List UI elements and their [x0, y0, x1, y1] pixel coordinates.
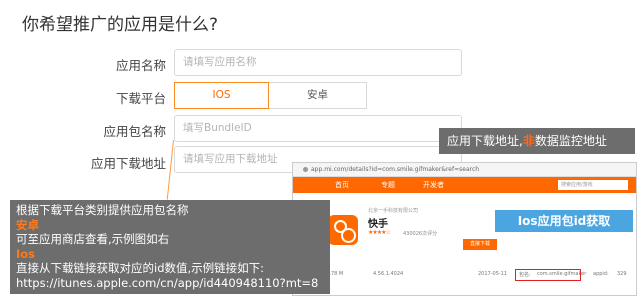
platform-ios-option[interactable]: IOS [174, 82, 269, 109]
package-name-label: 应用包名称 [103, 124, 166, 139]
meta-version: 4.56.1.4024 [373, 271, 404, 277]
ios-id-badge: Ios应用包id获取 [495, 210, 633, 232]
callout-text-after: 数据监控地址 [534, 134, 607, 148]
callout-line-3: 直接从下载链接获取对应的id数值,示例链接如下: [16, 261, 265, 275]
package-name-input[interactable]: 填写BundleID [174, 115, 462, 142]
download-url-callout: 应用下载地址,非数据监控地址 [439, 128, 635, 154]
callout-line-2: 可至应用商店查看,示例图如右 [16, 232, 170, 246]
download-url-label: 应用下载地址 [90, 156, 166, 171]
platform-label: 下载平台 [115, 91, 166, 106]
example-download-button: 直接下载 [463, 239, 497, 250]
callout-android-title: 安卓 [16, 217, 39, 232]
package-highlight-box [515, 269, 581, 281]
callout-example-link: https://itunes.apple.com/cn/app/id440948… [16, 275, 319, 290]
app-name-label: 应用名称 [115, 58, 166, 73]
page-title: 你希望推广的应用是什么? [22, 15, 219, 35]
platform-android-option[interactable]: 安卓 [268, 82, 367, 109]
connector-line [166, 139, 174, 200]
example-nav-item: 首页 [335, 181, 349, 189]
package-name-callout: 根据下载平台类别提供应用包名称 安卓 可至应用商店查看,示例图如右 Ios 直接… [10, 200, 330, 294]
example-developer: 北京一手科技有限公司 [368, 208, 419, 214]
meta-date: 2017-05-11 [478, 271, 508, 277]
meta-appid-value: 329 [617, 271, 627, 277]
meta-appid-key: appid: [593, 271, 609, 277]
callout-text-before: 应用下载地址, [447, 134, 523, 148]
lock-icon [303, 167, 308, 172]
example-search-box: 搜索应用/游戏 [558, 180, 628, 190]
example-nav-bar: 首页 专题 开发者 搜索应用/游戏 [293, 177, 636, 193]
callout-line-1: 根据下载平台类别提供应用包名称 [16, 203, 189, 217]
example-app-name: 快手 [368, 219, 388, 230]
example-meta-row: 29.78 M 4.56.1.4024 2017-05-11 包名: com.s… [293, 271, 636, 281]
rating-count: 430026次评分 [403, 231, 438, 237]
rating-stars: ★★★★☆ [368, 229, 391, 236]
app-name-input[interactable]: 请填写应用名称 [174, 49, 462, 76]
callout-ios-title: Ios [16, 246, 36, 261]
callout-highlight: 非 [522, 134, 535, 148]
kuaishou-app-icon [328, 215, 358, 245]
example-nav-item: 专题 [381, 181, 395, 189]
example-nav-item: 开发者 [423, 181, 444, 189]
example-url: app.mi.com/details?id=com.smile.gifmaker… [311, 166, 480, 173]
example-url-bar: app.mi.com/details?id=com.smile.gifmaker… [293, 163, 636, 177]
